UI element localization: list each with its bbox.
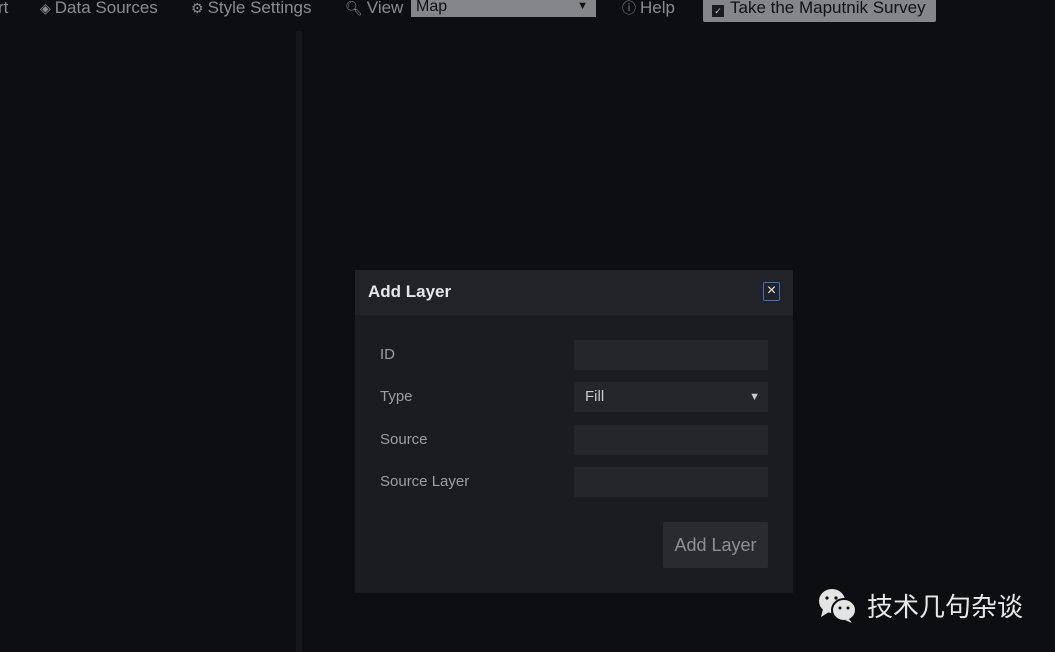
close-button[interactable]: × [763, 282, 780, 301]
source-input[interactable] [574, 425, 768, 455]
type-select-value: Fill [585, 388, 605, 405]
watermark: 技术几句杂谈 [817, 585, 1023, 625]
survey-label: Take the Maputnik Survey [730, 0, 926, 17]
panel-divider[interactable] [296, 31, 302, 652]
gear-icon: ⚙ [191, 0, 204, 16]
help-button[interactable]: ⓘ Help [622, 0, 675, 20]
export-button[interactable]: rt [0, 0, 8, 20]
source-layer-label: Source Layer [380, 473, 470, 490]
style-settings-button[interactable]: ⚙ Style Settings [191, 0, 312, 20]
source-row: Source [355, 425, 793, 455]
data-sources-button[interactable]: ◈ Data Sources [40, 0, 158, 20]
check-icon: ✓ [712, 5, 724, 17]
type-select[interactable]: Fill ▼ [574, 382, 768, 412]
question-icon: ⓘ [622, 0, 636, 16]
view-text: View [366, 0, 404, 17]
data-sources-label: Data Sources [54, 0, 158, 17]
view-select[interactable]: Map ▼ [411, 0, 596, 17]
type-row: Type Fill ▼ [355, 382, 793, 412]
id-input[interactable] [574, 340, 768, 370]
survey-button[interactable]: ✓ Take the Maputnik Survey [703, 0, 936, 22]
type-label: Type [380, 388, 413, 405]
watermark-text: 技术几句杂谈 [867, 592, 1024, 623]
source-label: Source [380, 431, 428, 448]
toolbar: rt ◈ Data Sources ⚙ Style Settings 🔍︎ View … [0, 0, 1055, 30]
source-layer-input[interactable] [574, 467, 768, 497]
style-settings-label: Style Settings [207, 0, 312, 17]
layers-icon: ◈ [40, 0, 51, 16]
search-icon: 🔍︎ [345, 0, 363, 16]
id-row: ID [355, 340, 793, 370]
source-layer-row: Source Layer [355, 467, 793, 497]
dropdown-arrow-icon: ▼ [577, 0, 588, 12]
wechat-icon [819, 589, 857, 623]
add-layer-modal: Add Layer × ID Type Fill ▼ Source Source … [355, 270, 793, 593]
view-select-value: Map [416, 0, 448, 15]
modal-title: Add Layer [368, 282, 452, 301]
add-layer-button[interactable]: Add Layer [663, 522, 768, 568]
modal-header: Add Layer × [355, 270, 793, 315]
dropdown-arrow-icon: ▼ [749, 391, 760, 403]
view-label: 🔍︎ View [345, 0, 403, 20]
help-label: Help [640, 0, 675, 17]
id-label: ID [380, 346, 395, 363]
close-icon: × [766, 282, 777, 299]
